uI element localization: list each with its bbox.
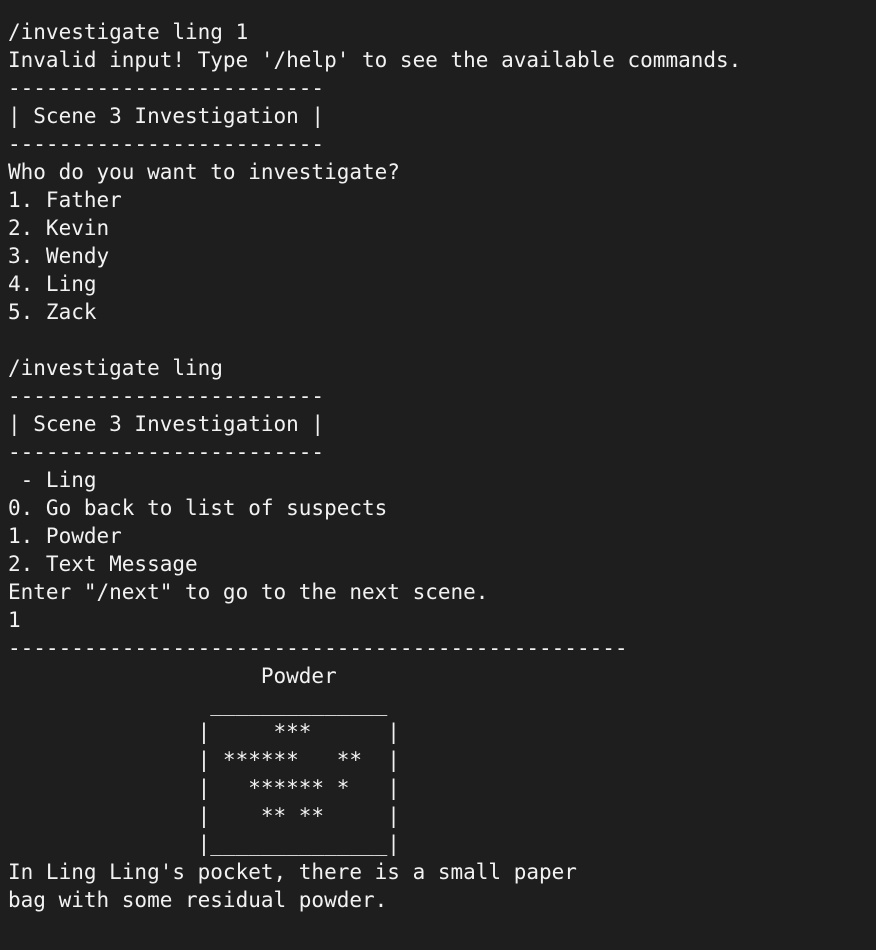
ascii-art-line: ______________ <box>8 692 388 716</box>
command-input-line: /investigate ling 1 <box>8 20 249 44</box>
ascii-art-line: | ** ** | <box>8 804 400 828</box>
box-border-bottom: ------------------------- <box>8 132 325 156</box>
suspect-name: - Ling <box>8 468 97 492</box>
section-divider: ----------------------------------------… <box>8 636 628 660</box>
box-border-top: ------------------------- <box>8 76 325 100</box>
prompt-question: Who do you want to investigate? <box>8 160 400 184</box>
ascii-art-line: | ****** * | <box>8 776 400 800</box>
next-scene-hint: Enter "/next" to go to the next scene. <box>8 580 489 604</box>
terminal-window[interactable]: /investigate ling 1 Invalid input! Type … <box>0 0 876 950</box>
suspect-option: 4. Ling <box>8 272 97 296</box>
evidence-option: 0. Go back to list of suspects <box>8 496 388 520</box>
ascii-art-line: | *** | <box>8 720 400 744</box>
evidence-option: 2. Text Message <box>8 552 198 576</box>
ascii-art-line: |______________| <box>8 832 400 856</box>
suspect-option: 1. Father <box>8 188 122 212</box>
suspect-option: 3. Wendy <box>8 244 110 268</box>
error-message: Invalid input! Type '/help' to see the a… <box>8 48 742 72</box>
ascii-art-line: | ****** ** | <box>8 748 400 772</box>
scene-header: | Scene 3 Investigation | <box>8 412 325 436</box>
suspect-option: 5. Zack <box>8 300 97 324</box>
evidence-title: Powder <box>8 664 337 688</box>
evidence-option: 1. Powder <box>8 524 122 548</box>
user-input-line: 1 <box>8 608 21 632</box>
suspect-option: 2. Kevin <box>8 216 110 240</box>
evidence-description: In Ling Ling's pocket, there is a small … <box>8 860 577 884</box>
command-input-line: /investigate ling <box>8 356 223 380</box>
scene-header: | Scene 3 Investigation | <box>8 104 325 128</box>
evidence-description: bag with some residual powder. <box>8 888 388 912</box>
box-border-top: ------------------------- <box>8 384 325 408</box>
box-border-bottom: ------------------------- <box>8 440 325 464</box>
